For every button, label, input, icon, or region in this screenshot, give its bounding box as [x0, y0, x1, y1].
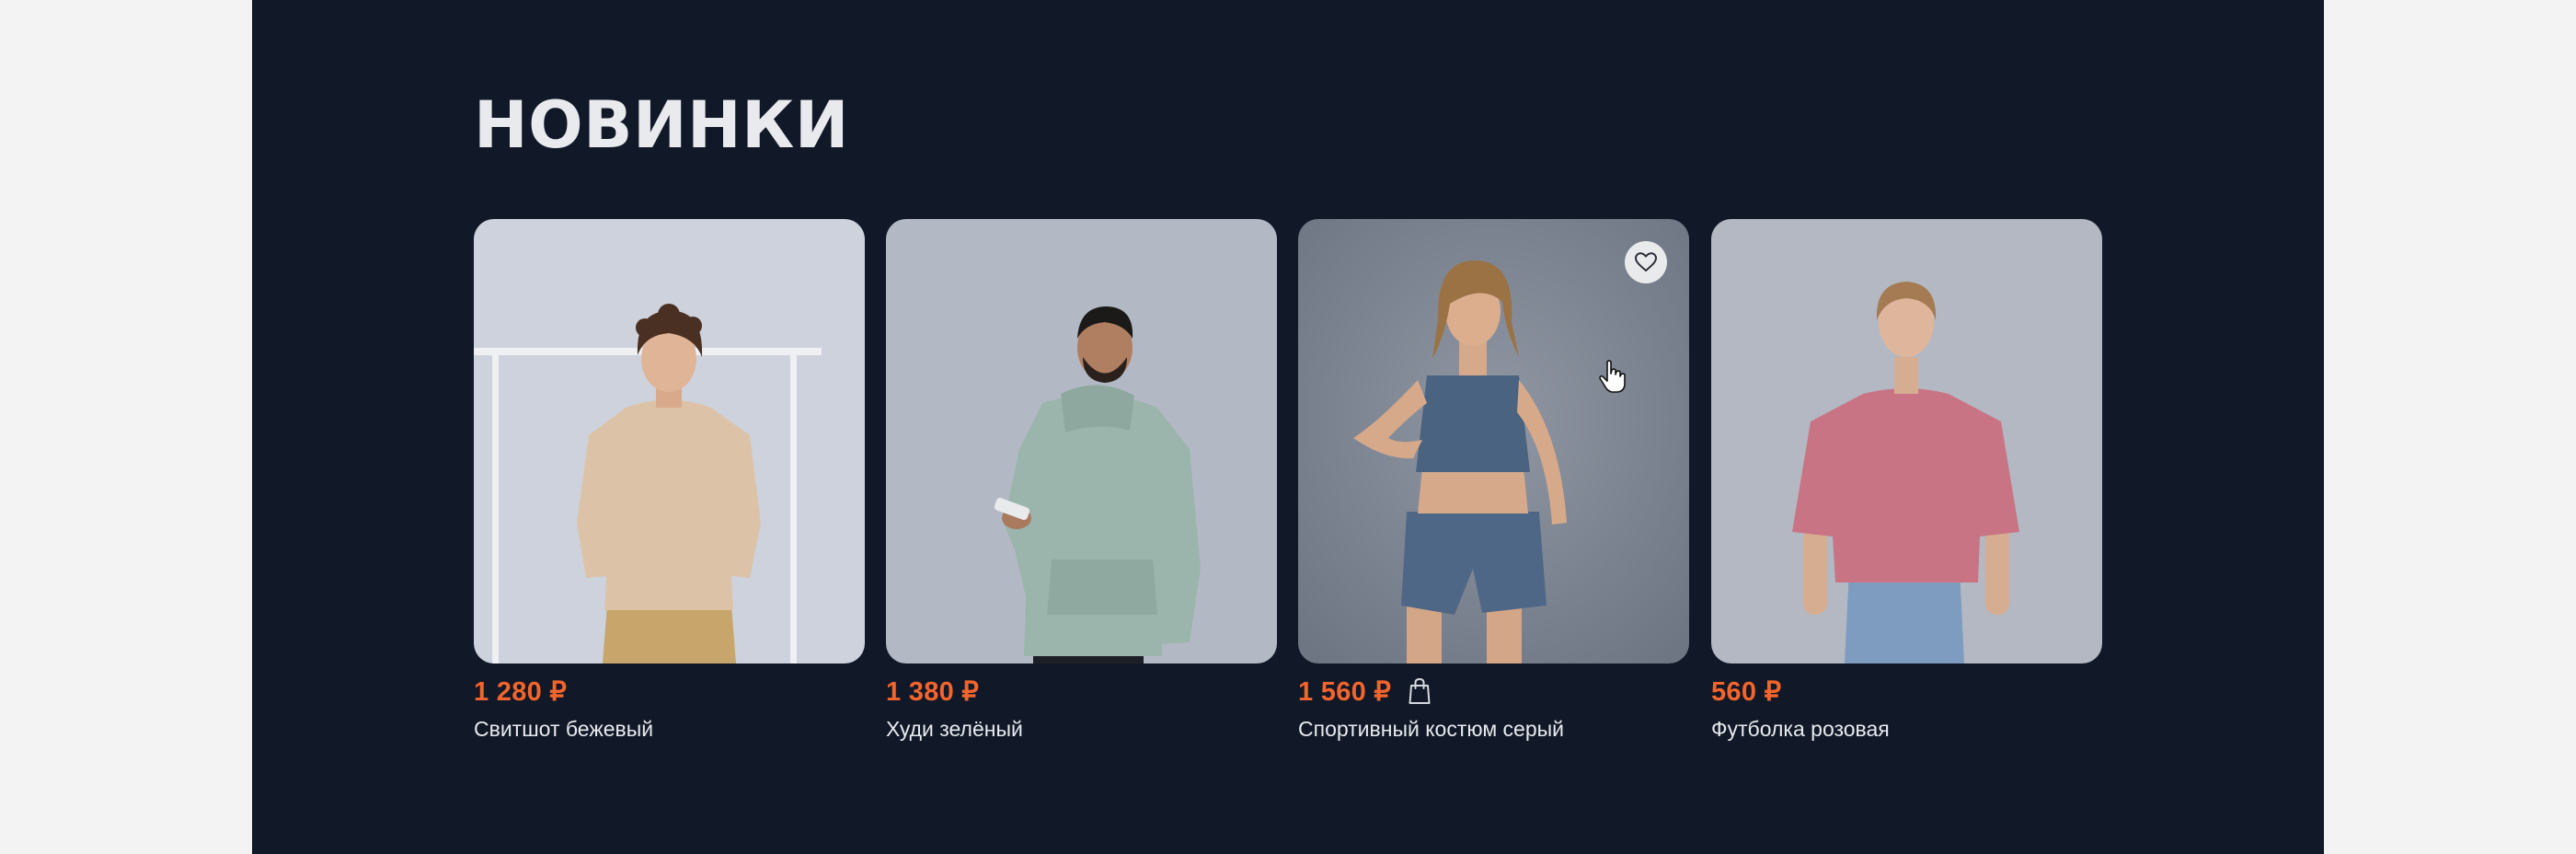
new-arrivals-section: НОВИНКИ 1 280 ₽ Свитшот бежевый 1 380 ₽ …	[252, 0, 2324, 854]
product-photo-pink-tshirt	[1711, 219, 2102, 664]
product-image[interactable]	[1298, 219, 1689, 664]
shopping-bag-icon[interactable]	[1408, 677, 1432, 705]
product-name[interactable]: Худи зелёный	[886, 717, 1277, 742]
product-photo-beige-sweatshirt	[474, 219, 865, 664]
heart-icon	[1635, 252, 1657, 271]
hand-pointer-cursor-icon	[1599, 360, 1626, 393]
product-price: 1 280 ₽	[474, 676, 568, 707]
product-name[interactable]: Свитшот бежевый	[474, 717, 865, 742]
product-card[interactable]: 560 ₽ Футболка розовая	[1711, 219, 2102, 742]
product-image[interactable]	[886, 219, 1277, 664]
favorite-button[interactable]	[1625, 241, 1667, 283]
product-card[interactable]: 1 380 ₽ Худи зелёный	[886, 219, 1277, 742]
product-name[interactable]: Футболка розовая	[1711, 717, 2102, 742]
product-image[interactable]	[1711, 219, 2102, 664]
product-image[interactable]	[474, 219, 865, 664]
product-photo-sport-suit	[1298, 219, 1689, 664]
product-price: 1 380 ₽	[886, 676, 980, 707]
product-photo-green-hoodie	[886, 219, 1277, 664]
product-price: 1 560 ₽	[1298, 676, 1392, 707]
product-price: 560 ₽	[1711, 676, 1782, 707]
product-card[interactable]: 1 280 ₽ Свитшот бежевый	[474, 219, 865, 742]
product-card[interactable]: 1 560 ₽ Спортивный костюм серый	[1298, 219, 1689, 742]
section-title: НОВИНКИ	[474, 87, 849, 163]
product-name[interactable]: Спортивный костюм серый	[1298, 717, 1689, 742]
